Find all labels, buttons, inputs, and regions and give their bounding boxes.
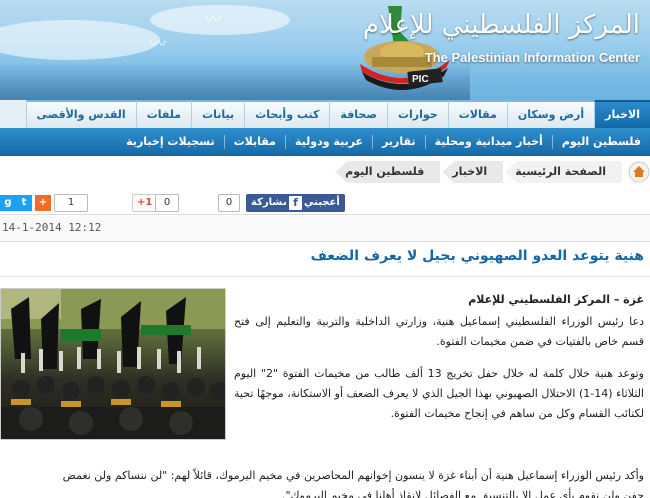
nav-tab-1[interactable]: أرض وسكان [506, 100, 595, 128]
logo-text: PIC [412, 74, 429, 85]
site-header: 〰 〰 PIC المركز الفلسطيني للإعلام The Pal… [0, 0, 650, 100]
article-paragraph: وتوعد هنية خلال كلمة له خلال حفل تخريج 1… [234, 367, 644, 420]
gplus-small-icon[interactable]: g [0, 195, 16, 211]
gplus-button[interactable]: +1 [132, 194, 158, 212]
site-name-arabic: المركز الفلسطيني للإعلام [362, 10, 640, 40]
article-photo [0, 288, 226, 440]
bird-decoration: 〰 [205, 10, 222, 29]
facebook-icon: f [289, 196, 302, 210]
article-title[interactable]: هنية يتوعد العدو الصهيوني بجيل لا يعرف ا… [311, 248, 644, 264]
facebook-count: 0 [218, 194, 240, 212]
twitter-icon[interactable]: t [16, 195, 32, 211]
nav-tab-4[interactable]: صحافة [329, 100, 387, 128]
date-bar: 14-1-2014 12:12 [0, 214, 650, 242]
article-body: غزة – المركز الفلسطيني للإعلام دعا رئيس … [234, 290, 644, 436]
bird-decoration: 〰 [150, 34, 167, 53]
nav-tab-2[interactable]: مقالات [447, 100, 507, 128]
subnav-item-4[interactable]: مقابلات [223, 135, 285, 149]
nav-tab-7[interactable]: ملفات [135, 100, 192, 128]
article-body-continued: وأكد رئيس الوزراء إسماعيل هنية أن أبناء … [0, 466, 644, 498]
facebook-like-button[interactable]: f أعجبني [286, 194, 345, 212]
home-icon[interactable] [628, 161, 650, 183]
subnav-item-5[interactable]: تسجيلات إخبارية [117, 135, 223, 149]
share-bar: g t + 1 +1 0 0 مشاركة f أعجبني [0, 192, 650, 214]
gplus-count: 0 [155, 194, 179, 212]
breadcrumb-news[interactable]: الاخبار [442, 161, 504, 183]
main-nav: الاخبار أرض وسكان مقالات حوارات صحافة كتب وأب… [0, 100, 650, 128]
nav-tab-5[interactable]: كتب وأبحاث [244, 100, 330, 128]
nav-tab-3[interactable]: حوارات [386, 100, 448, 128]
subnav-item-3[interactable]: عربية ودولية [284, 135, 372, 149]
addthis-count: 1 [54, 194, 88, 212]
breadcrumb-home[interactable]: الصفحة الرئيسية [505, 161, 622, 183]
nav-tab-8[interactable]: القدس والأقصى [25, 100, 136, 128]
article-paragraph: جفن ولن نقوم بأي عمل إلا بالتنسيق مع الف… [281, 489, 644, 498]
nav-tab-6[interactable]: بيانات [191, 100, 245, 128]
nav-tab-0[interactable]: الاخبار [594, 100, 650, 128]
article-source: غزة – المركز الفلسطيني للإعلام [468, 293, 644, 306]
subnav-item-0[interactable]: فلسطين اليوم [551, 135, 650, 149]
sub-nav: فلسطين اليوم أخبار ميدانية ومحلية تقارير عر… [0, 128, 650, 156]
cloud-decoration [0, 20, 160, 60]
subnav-item-2[interactable]: تقارير [372, 135, 424, 149]
crowd-photo [1, 289, 225, 439]
like-label: أعجبني [304, 197, 340, 208]
subnav-item-1[interactable]: أخبار ميدانية ومحلية [424, 135, 552, 149]
addthis-icon[interactable]: + [35, 195, 51, 211]
article-datetime: 14-1-2014 12:12 [2, 221, 102, 234]
article-paragraph: دعا رئيس الوزراء الفلسطيني إسماعيل هنية،… [234, 315, 644, 348]
article-paragraph: وأكد رئيس الوزراء إسماعيل هنية أن أبناء … [62, 469, 644, 482]
breadcrumb-palestine-today[interactable]: فلسطين اليوم [335, 161, 441, 183]
breadcrumb: الصفحة الرئيسية الاخبار فلسطين اليوم [333, 160, 650, 184]
title-divider [0, 276, 650, 277]
site-name-english: The Palestinian Information Center [424, 50, 640, 65]
